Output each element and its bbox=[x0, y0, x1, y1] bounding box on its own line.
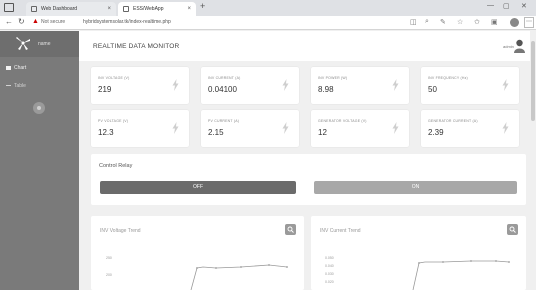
tab-actions-icon[interactable] bbox=[4, 3, 14, 12]
current-trend-line bbox=[412, 260, 510, 290]
metric-value: 8.98 bbox=[318, 85, 334, 94]
sidebar: name Chart Table bbox=[0, 31, 79, 290]
extension-icon[interactable]: ✎ bbox=[440, 18, 446, 26]
metric-value: 0.04100 bbox=[208, 85, 237, 94]
chart-icon bbox=[6, 65, 11, 70]
tab-label: Web Dashboard bbox=[41, 6, 78, 12]
relay-off-button[interactable]: OFF bbox=[100, 181, 296, 194]
zoom-icon[interactable]: ⌕ bbox=[425, 18, 429, 26]
brand-logo[interactable]: name bbox=[0, 31, 79, 57]
lightning-icon bbox=[172, 79, 179, 91]
page-title: REALTIME DATA MONITOR bbox=[93, 43, 180, 50]
collections-icon[interactable]: ▣ bbox=[491, 18, 498, 26]
browser-tab-1[interactable]: Web Dashboard × bbox=[26, 2, 116, 16]
metric-label: PV CURRENT (A) bbox=[208, 119, 240, 123]
table-icon bbox=[6, 85, 11, 87]
close-tab-icon[interactable]: × bbox=[187, 2, 191, 16]
favorites-bar-icon[interactable]: ✩ bbox=[474, 18, 480, 26]
voltage-trend-panel: INV Voltage Trend 250 200 bbox=[91, 216, 304, 290]
lightning-icon bbox=[282, 122, 289, 134]
metric-label: GENERATOR CURRENT (A) bbox=[428, 119, 478, 123]
page-icon bbox=[31, 6, 37, 12]
metric-card: GENERATOR VOLTAGE (V) 12 bbox=[311, 110, 409, 147]
url-field[interactable]: hybridsystemsolar.tk/index-realtime.php bbox=[83, 19, 171, 25]
metric-card: INV POWER (W) 8.98 bbox=[311, 67, 409, 104]
address-bar: ← ↻ ▲ Not secure hybridsystemsolar.tk/in… bbox=[0, 16, 536, 30]
sidebar-item-label: Table bbox=[14, 83, 26, 89]
metric-label: GENERATOR VOLTAGE (V) bbox=[318, 119, 367, 123]
sidebar-item-table[interactable]: Table bbox=[6, 82, 26, 90]
new-tab-button[interactable]: + bbox=[200, 1, 205, 11]
maximize-button[interactable]: ▢ bbox=[503, 2, 510, 10]
metric-value: 219 bbox=[98, 85, 112, 94]
metric-value: 12 bbox=[318, 128, 327, 137]
metric-card: PV VOLTAGE (V) 12.3 bbox=[91, 110, 189, 147]
control-relay-panel: Control Relay OFF ON bbox=[91, 154, 526, 205]
lightning-icon bbox=[172, 122, 179, 134]
top-header: REALTIME DATA MONITOR admin bbox=[79, 31, 530, 61]
lightning-icon bbox=[282, 79, 289, 91]
metric-label: INV FREQUENCY (Hz) bbox=[428, 76, 468, 80]
relay-title: Control Relay bbox=[99, 163, 133, 169]
user-name[interactable]: admin bbox=[503, 44, 514, 49]
close-window-button[interactable]: ✕ bbox=[521, 2, 527, 10]
lightning-icon bbox=[502, 122, 509, 134]
sidebar-item-chart[interactable]: Chart bbox=[6, 64, 26, 72]
more-menu-icon[interactable]: ⋯ bbox=[524, 17, 534, 28]
metric-label: INV POWER (W) bbox=[318, 76, 348, 80]
metric-value: 2.15 bbox=[208, 128, 224, 137]
metric-value: 2.39 bbox=[428, 128, 444, 137]
brand-name: name bbox=[38, 41, 51, 47]
browser-tab-2[interactable]: ESS/WebApp × bbox=[118, 2, 196, 16]
metric-card: GENERATOR CURRENT (A) 2.39 bbox=[421, 110, 519, 147]
windmill-icon bbox=[16, 37, 30, 50]
metric-card: PV CURRENT (A) 2.15 bbox=[201, 110, 299, 147]
metric-label: INV CURRENT (A) bbox=[208, 76, 241, 80]
metric-value: 50 bbox=[428, 85, 437, 94]
metric-label: PV VOLTAGE (V) bbox=[98, 119, 129, 123]
browser-tab-bar: Web Dashboard × ESS/WebApp × + — ▢ ✕ bbox=[0, 0, 536, 16]
voltage-trend-line bbox=[190, 264, 288, 290]
lightning-icon bbox=[392, 79, 399, 91]
metric-card: INV CURRENT (A) 0.04100 bbox=[201, 67, 299, 104]
refresh-icon[interactable]: ↻ bbox=[18, 17, 25, 26]
back-icon[interactable]: ← bbox=[5, 17, 13, 26]
sidebar-item-label: Chart bbox=[14, 65, 27, 71]
security-status[interactable]: Not secure bbox=[41, 19, 65, 25]
minimize-button[interactable]: — bbox=[487, 2, 494, 9]
metric-label: INV VOLTAGE (V) bbox=[98, 76, 130, 80]
read-aloud-icon[interactable]: ◫ bbox=[410, 18, 417, 26]
favorite-icon[interactable]: ☆ bbox=[457, 18, 463, 26]
close-tab-icon[interactable]: × bbox=[107, 2, 111, 16]
avatar[interactable] bbox=[514, 39, 525, 53]
current-trend-panel: INV Current Trend 0.050 0.040 0.030 0.02… bbox=[311, 216, 526, 290]
warning-icon[interactable]: ▲ bbox=[32, 18, 39, 25]
tab-label: ESS/WebApp bbox=[133, 6, 164, 12]
metric-card: INV FREQUENCY (Hz) 50 bbox=[421, 67, 519, 104]
metric-card: INV VOLTAGE (V) 219 bbox=[91, 67, 189, 104]
metric-value: 12.3 bbox=[98, 128, 114, 137]
lightning-icon bbox=[502, 79, 509, 91]
relay-on-button[interactable]: ON bbox=[314, 181, 517, 194]
page-scrollbar[interactable] bbox=[530, 31, 536, 290]
lightning-icon bbox=[392, 122, 399, 134]
profile-icon[interactable] bbox=[510, 18, 519, 27]
sidebar-toggle-button[interactable] bbox=[33, 102, 45, 114]
page-icon bbox=[123, 6, 129, 12]
scrollbar-thumb[interactable] bbox=[531, 41, 535, 121]
